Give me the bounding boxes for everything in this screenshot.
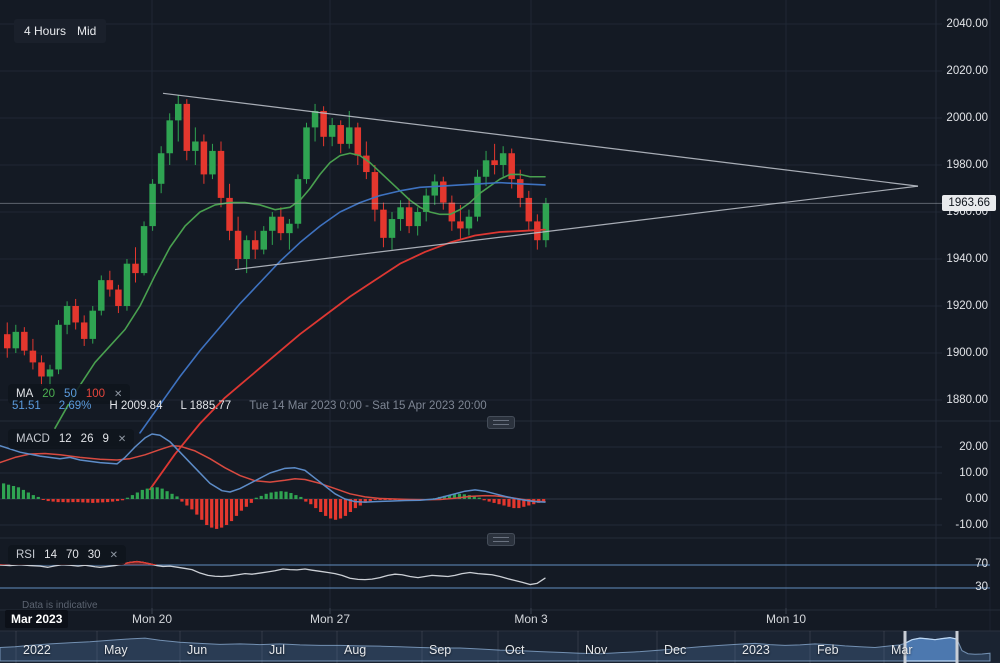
price-axis-label: 1920.00 xyxy=(946,300,988,312)
rsi-legend-name: RSI xyxy=(16,549,35,561)
rsi-param-period: 14 xyxy=(44,549,57,561)
price-axis-label: 1880.00 xyxy=(946,394,988,406)
rsi-param-lower: 30 xyxy=(88,549,101,561)
rsi-legend-chip[interactable]: RSI 14 70 30 ✕ xyxy=(8,545,126,565)
macd-axis-label: 10.00 xyxy=(959,467,988,479)
time-axis-label: Mon 27 xyxy=(310,612,350,626)
macd-legend-chip[interactable]: MACD 12 26 9 ✕ xyxy=(8,429,134,449)
ma-period-100: 100 xyxy=(86,388,105,400)
navigator-month-label: 2022 xyxy=(23,643,51,657)
price-axis-label: 2040.00 xyxy=(946,18,988,30)
ohlc-info-row: 51.51 2.69% H 2009.84 L 1885.77 Tue 14 M… xyxy=(12,400,487,412)
price-axis-label: 2000.00 xyxy=(946,112,988,124)
ma-close-icon[interactable]: ✕ xyxy=(114,389,122,400)
navigator-month-label: Nov xyxy=(585,643,607,657)
macd-param-slow: 26 xyxy=(81,433,94,445)
rsi-param-upper: 70 xyxy=(66,549,79,561)
info-percent: 2.69% xyxy=(59,400,92,412)
price-axis-label: 1900.00 xyxy=(946,347,988,359)
time-axis-label: Mon 20 xyxy=(132,612,172,626)
current-price-badge: 1963.66 xyxy=(942,195,996,211)
trading-chart-window: 4 Hours Mid MA 20 50 100 ✕ 51.51 2.69% H… xyxy=(0,0,1000,663)
info-date-range: Tue 14 Mar 2023 0:00 - Sat 15 Apr 2023 2… xyxy=(249,400,486,412)
macd-pane-resize-handle[interactable] xyxy=(487,416,515,429)
rsi-axis-label: 30 xyxy=(975,581,988,593)
macd-axis-label: 20.00 xyxy=(959,441,988,453)
info-high: H 2009.84 xyxy=(109,400,162,412)
macd-param-fast: 12 xyxy=(59,433,72,445)
navigator-month-label: Sep xyxy=(429,643,451,657)
rsi-axis-label: 70 xyxy=(975,558,988,570)
time-axis-label: Mar 2023 xyxy=(5,610,68,628)
navigator-month-label: Mar xyxy=(891,643,913,657)
macd-param-signal: 9 xyxy=(102,433,108,445)
info-value: 51.51 xyxy=(12,400,41,412)
price-axis-label: 1980.00 xyxy=(946,159,988,171)
price-axis-label: 1940.00 xyxy=(946,253,988,265)
ma-period-50: 50 xyxy=(64,388,77,400)
navigator-month-label: Oct xyxy=(505,643,524,657)
navigator-month-label: Jun xyxy=(187,643,207,657)
navigator-month-label: Feb xyxy=(817,643,839,657)
chart-canvas[interactable] xyxy=(0,0,1000,663)
navigator-month-label: May xyxy=(104,643,128,657)
time-axis-label: Mon 3 xyxy=(514,612,547,626)
navigator-month-label: Aug xyxy=(344,643,366,657)
info-low: L 1885.77 xyxy=(180,400,231,412)
time-axis-label: Mon 10 xyxy=(766,612,806,626)
rsi-close-icon[interactable]: ✕ xyxy=(110,550,118,561)
macd-close-icon[interactable]: ✕ xyxy=(118,434,126,445)
price-axis-label: 2020.00 xyxy=(946,65,988,77)
rsi-pane-resize-handle[interactable] xyxy=(487,533,515,546)
navigator-month-label: Jul xyxy=(269,643,285,657)
macd-axis-label: -10.00 xyxy=(955,519,988,531)
macd-axis-label: 0.00 xyxy=(966,493,988,505)
navigator-handle-right[interactable] xyxy=(956,631,959,663)
price-type-button[interactable]: Mid xyxy=(67,19,106,43)
ma-period-20: 20 xyxy=(42,388,55,400)
ma-legend-name: MA xyxy=(16,388,33,400)
navigator-month-label: 2023 xyxy=(742,643,770,657)
navigator-month-label: Dec xyxy=(664,643,686,657)
macd-legend-name: MACD xyxy=(16,433,50,445)
